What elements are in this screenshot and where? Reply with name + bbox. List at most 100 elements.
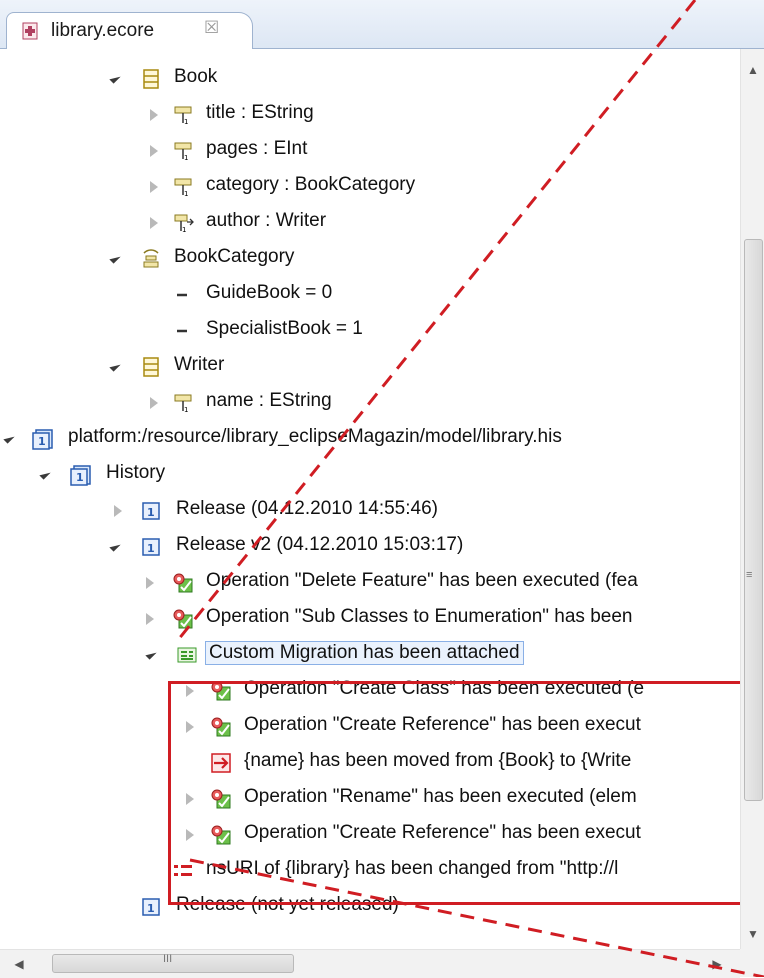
svg-text:1: 1 — [184, 154, 188, 162]
collapsed-arrow-icon[interactable] — [186, 793, 194, 805]
tree-node-attribute-category[interactable]: 1 category : BookCategory — [0, 169, 740, 205]
tree-node-op-rename[interactable]: Operation "Rename" has been executed (el… — [0, 781, 740, 817]
horizontal-scrollbar[interactable]: ◀ III ▶ — [0, 949, 740, 978]
tree-node-op-delete-feature[interactable]: Operation "Delete Feature" has been exec… — [0, 565, 740, 601]
expanded-arrow-icon[interactable] — [3, 432, 15, 444]
tree-node-op-create-reference-1[interactable]: Operation "Create Reference" has been ex… — [0, 709, 740, 745]
expanded-arrow-icon[interactable] — [109, 360, 121, 372]
ecore-file-icon — [22, 22, 38, 40]
scroll-grip-icon: ≡ — [746, 569, 753, 581]
tree-node-history-resource[interactable]: 1 platform:/resource/library_eclipseMaga… — [0, 421, 740, 457]
tab-library-ecore[interactable]: library.ecore ☒ — [6, 12, 253, 49]
tree-label: Operation "Create Reference" has been ex… — [244, 714, 641, 735]
expanded-arrow-icon[interactable] — [145, 648, 157, 660]
scrollbar-corner — [740, 949, 764, 977]
collapsed-arrow-icon[interactable] — [186, 829, 194, 841]
history-resource-icon: 1 — [32, 429, 53, 450]
tree-node-reference-author[interactable]: 1 author : Writer — [0, 205, 740, 241]
tree-label: Operation "Create Class" has been execut… — [244, 678, 645, 699]
tree-label: Operation "Delete Feature" has been exec… — [206, 570, 638, 591]
collapsed-arrow-icon[interactable] — [150, 181, 158, 193]
svg-text:1: 1 — [182, 226, 186, 234]
svg-text:1: 1 — [147, 542, 155, 555]
collapsed-arrow-icon[interactable] — [186, 685, 194, 697]
tab-title: library.ecore — [51, 20, 155, 41]
collapsed-arrow-icon[interactable] — [150, 217, 158, 229]
tree-node-writer[interactable]: Writer — [0, 349, 740, 385]
operation-icon — [173, 609, 193, 629]
operation-icon — [211, 717, 231, 737]
eenum-literal-icon — [177, 293, 187, 297]
tree-node-release-1[interactable]: 1 Release (04.12.2010 14:55:46) — [0, 493, 740, 529]
tree-label: Writer — [174, 354, 225, 375]
tree-node-book[interactable]: Book — [0, 61, 740, 97]
collapsed-arrow-icon[interactable] — [186, 721, 194, 733]
eclass-icon — [143, 357, 159, 377]
tree-label: name : EString — [206, 390, 332, 411]
svg-text:1: 1 — [184, 118, 188, 126]
tree-label: BookCategory — [174, 246, 295, 267]
horizontal-scroll-thumb[interactable] — [52, 954, 294, 973]
tree-node-op-create-reference-2[interactable]: Operation "Create Reference" has been ex… — [0, 817, 740, 853]
tree-label: Operation "Rename" has been executed (el… — [244, 786, 637, 807]
collapsed-arrow-icon[interactable] — [146, 577, 154, 589]
svg-text:1: 1 — [76, 471, 84, 484]
eenum-icon — [143, 249, 159, 268]
tree-node-release-v2[interactable]: 1 Release v2 (04.12.2010 15:03:17) — [0, 529, 740, 565]
tree-node-attribute-title[interactable]: 1 title : EString — [0, 97, 740, 133]
tree-label: {name} has been moved from {Book} to {Wr… — [244, 750, 632, 771]
expanded-arrow-icon[interactable] — [109, 252, 121, 264]
scroll-left-arrow-icon[interactable]: ◀ — [8, 953, 30, 975]
svg-text:1: 1 — [147, 506, 155, 519]
vertical-scrollbar[interactable]: ▲ ≡ ▼ — [740, 49, 764, 949]
collapsed-arrow-icon[interactable] — [150, 145, 158, 157]
tree-node-custom-migration[interactable]: Custom Migration has been attached — [0, 637, 740, 673]
tree-node-history[interactable]: 1 History — [0, 457, 740, 493]
collapsed-arrow-icon[interactable] — [150, 397, 158, 409]
operation-icon — [211, 789, 231, 809]
tree-node-literal-guidebook[interactable]: GuideBook = 0 — [0, 277, 740, 313]
operation-icon — [211, 681, 231, 701]
operation-icon — [173, 573, 193, 593]
tree-node-op-subclasses[interactable]: Operation "Sub Classes to Enumeration" h… — [0, 601, 740, 637]
expanded-arrow-icon[interactable] — [39, 468, 51, 480]
tree-node-nsuri-changed[interactable]: nsURI of {library} has been changed from… — [0, 853, 740, 889]
tree-node-op-create-class[interactable]: Operation "Create Class" has been execut… — [0, 673, 740, 709]
tree-node-literal-specialistbook[interactable]: SpecialistBook = 1 — [0, 313, 740, 349]
svg-text:1: 1 — [184, 190, 188, 198]
tree-label: Release (not yet released) — [176, 894, 399, 915]
scroll-right-arrow-icon[interactable]: ▶ — [706, 953, 728, 975]
collapsed-arrow-icon[interactable] — [114, 505, 122, 517]
ereference-icon: 1 — [174, 214, 194, 234]
svg-text:1: 1 — [184, 406, 188, 414]
scroll-down-arrow-icon[interactable]: ▼ — [741, 923, 764, 945]
tree-node-release-unreleased[interactable]: 1 Release (not yet released) — [0, 889, 740, 925]
collapsed-arrow-icon[interactable] — [150, 109, 158, 121]
operation-icon — [211, 825, 231, 845]
scroll-grip-icon: III — [163, 953, 173, 965]
close-icon[interactable]: ☒ — [204, 18, 219, 38]
tree-node-moved-name[interactable]: {name} has been moved from {Book} to {Wr… — [0, 745, 740, 781]
tree-label: Release v2 (04.12.2010 15:03:17) — [176, 534, 464, 555]
svg-text:1: 1 — [147, 902, 155, 915]
collapsed-arrow-icon[interactable] — [146, 613, 154, 625]
eattribute-icon: 1 — [174, 178, 192, 198]
eattribute-icon: 1 — [174, 106, 192, 126]
tree-node-attribute-name[interactable]: 1 name : EString — [0, 385, 740, 421]
tree-node-bookcategory[interactable]: BookCategory — [0, 241, 740, 277]
custom-migration-icon — [177, 647, 197, 663]
eenum-literal-icon — [177, 329, 187, 333]
scroll-up-arrow-icon[interactable]: ▲ — [741, 59, 764, 81]
tree-label: Operation "Sub Classes to Enumeration" h… — [206, 606, 633, 627]
expanded-arrow-icon[interactable] — [109, 540, 121, 552]
tree-label: category : BookCategory — [206, 174, 416, 195]
tree-view[interactable]: Book 1 title : EString 1 pages : EInt 1 … — [0, 49, 740, 949]
vertical-scroll-thumb[interactable] — [744, 239, 763, 801]
release-icon: 1 — [142, 898, 160, 916]
tree-node-attribute-pages[interactable]: 1 pages : EInt — [0, 133, 740, 169]
tree-label: GuideBook = 0 — [206, 282, 333, 303]
svg-text:1: 1 — [38, 435, 46, 448]
tree-label-selected: Custom Migration has been attached — [205, 641, 524, 665]
expanded-arrow-icon[interactable] — [109, 72, 121, 84]
move-feature-icon — [211, 753, 231, 773]
